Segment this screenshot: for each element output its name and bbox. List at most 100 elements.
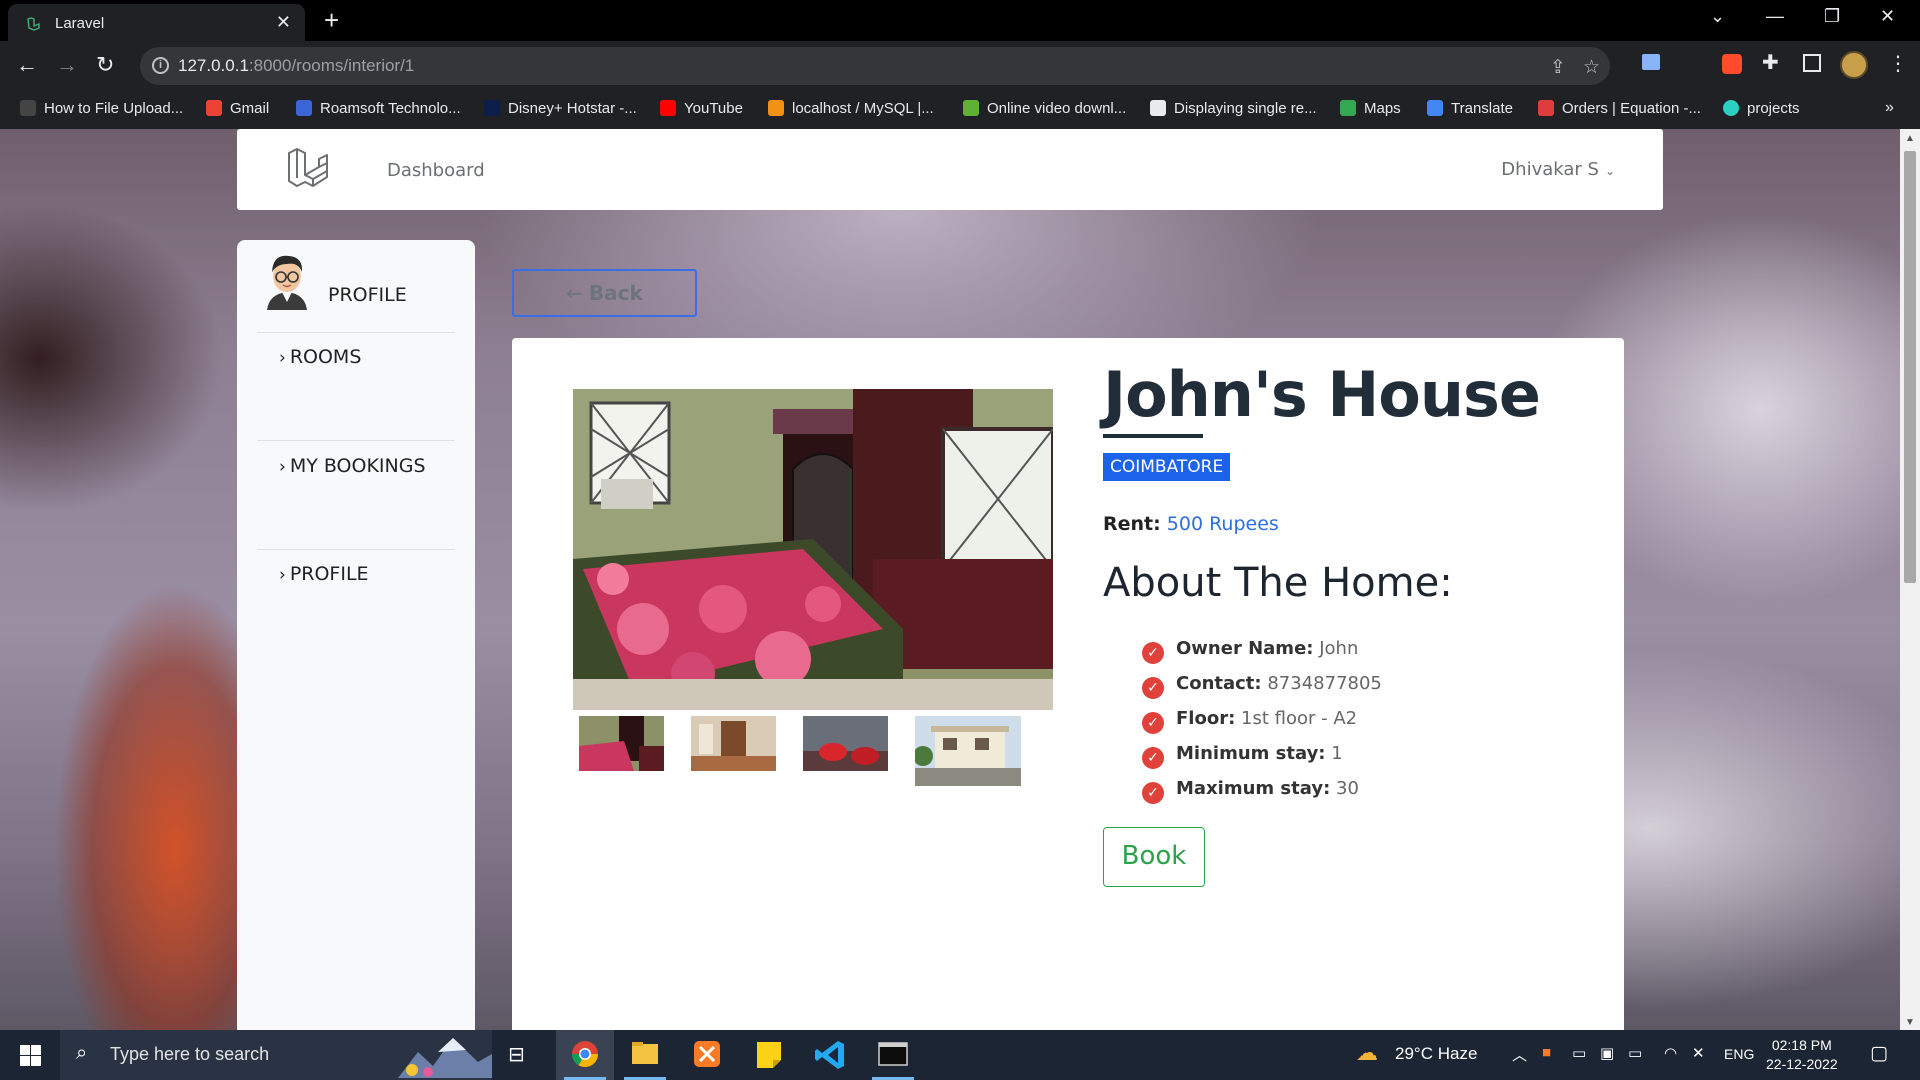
weather-haze-icon[interactable]: ☁	[1356, 1040, 1378, 1066]
more-bookmarks-icon[interactable]: »	[1885, 99, 1894, 117]
rent-value: 500 Rupees	[1166, 513, 1279, 535]
bookmarks-bar: How to File Upload... Gmail Roamsoft Tec…	[0, 91, 1920, 129]
w3schools-icon	[1150, 100, 1166, 116]
reload-icon[interactable]: ↻	[96, 52, 114, 78]
bookmark-item[interactable]: Gmail	[206, 100, 269, 117]
meet-now-icon[interactable]: ▭	[1572, 1044, 1586, 1062]
taskbar-search-box[interactable]: ⌕ Type here to search	[60, 1030, 492, 1080]
chrome-menu-icon[interactable]: ⋮	[1888, 51, 1908, 76]
laravel-logo-icon[interactable]	[285, 145, 331, 191]
chrome-icon	[571, 1041, 599, 1068]
task-view-icon[interactable]: ⊟	[508, 1042, 525, 1067]
detail-contact: ✓ Contact: 8734877805	[1142, 673, 1382, 699]
notifications-icon[interactable]: ▢	[1870, 1042, 1888, 1065]
bookmark-item[interactable]: Displaying single re...	[1150, 100, 1317, 117]
xampp-tray-icon[interactable]: ■	[1542, 1044, 1551, 1061]
thumbnail-1[interactable]	[579, 716, 664, 771]
restore-icon[interactable]: ❐	[1824, 6, 1840, 27]
room-detail-card: John's House COIMBATORE Rent: 500 Rupees…	[512, 338, 1624, 1030]
bookmark-item[interactable]: Maps	[1340, 100, 1401, 117]
bookmark-item[interactable]: Translate	[1427, 100, 1513, 117]
detail-minimum-stay: ✓ Minimum stay: 1	[1142, 743, 1343, 769]
thumbnail-2[interactable]	[691, 716, 776, 771]
bookmark-item[interactable]: How to File Upload...	[20, 100, 183, 117]
vscode-icon	[815, 1041, 844, 1069]
display-icon[interactable]: ▣	[1600, 1044, 1614, 1062]
bookmark-item[interactable]: YouTube	[660, 100, 743, 117]
user-dropdown[interactable]: Dhivakar S ⌄	[1501, 159, 1615, 180]
browser-toolbar: ← → ↻ i 127.0.0.1:8000/rooms/interior/1 …	[0, 41, 1920, 91]
about-heading: About The Home:	[1103, 560, 1453, 606]
tab-search-icon[interactable]: ⌄	[1710, 6, 1725, 27]
taskbar-chrome[interactable]	[556, 1030, 614, 1080]
url-text[interactable]: 127.0.0.1:8000/rooms/interior/1	[178, 56, 414, 76]
address-bar[interactable]: i 127.0.0.1:8000/rooms/interior/1 ⇪ ☆	[140, 47, 1610, 85]
taskbar-sticky-notes[interactable]	[740, 1030, 798, 1080]
taskbar-terminal[interactable]	[864, 1030, 922, 1080]
site-info-icon[interactable]: i	[152, 57, 169, 74]
terminal-icon	[878, 1042, 908, 1066]
forward-arrow-icon[interactable]: →	[56, 52, 78, 78]
browser-tab[interactable]: Laravel ✕	[8, 4, 305, 41]
weather-text[interactable]: 29°C Haze	[1395, 1044, 1477, 1064]
tab-close-icon[interactable]: ✕	[276, 12, 291, 33]
sidebar-item-my-bookings[interactable]: › MY BOOKINGS	[279, 455, 426, 477]
sidebar: PROFILE › ROOMS › MY BOOKINGS › PROFILE	[237, 240, 475, 1030]
profile-avatar-icon[interactable]	[265, 250, 309, 310]
house-exterior-thumbnail	[915, 716, 1021, 786]
thumbnail-4[interactable]	[915, 716, 1021, 786]
book-button[interactable]: Book	[1103, 827, 1205, 887]
bedroom-photo	[573, 389, 1053, 710]
bookmark-item[interactable]: Disney+ Hotstar -...	[484, 100, 637, 117]
scroll-up-icon[interactable]: ▲	[1905, 133, 1915, 144]
bookmark-item[interactable]: localhost / MySQL |...	[768, 100, 934, 117]
check-circle-icon: ✓	[1142, 642, 1164, 664]
bookmark-item[interactable]: Online video downl...	[963, 100, 1126, 117]
extension-record-icon[interactable]	[1722, 54, 1742, 74]
bookmark-star-icon[interactable]: ☆	[1583, 56, 1600, 79]
chevron-right-icon: ›	[279, 457, 286, 477]
thumbnail-3[interactable]	[803, 716, 888, 771]
extensions-puzzle-icon[interactable]: ✚	[1762, 50, 1779, 75]
wifi-icon[interactable]: ◠	[1664, 1044, 1677, 1062]
taskbar-file-explorer[interactable]	[616, 1030, 674, 1080]
windows-start-icon[interactable]	[20, 1045, 41, 1066]
house-title: John's House	[1103, 358, 1541, 438]
bookmark-item[interactable]: Orders | Equation -...	[1538, 100, 1701, 117]
sidebar-profile-header[interactable]: PROFILE	[328, 284, 407, 306]
bookmark-item[interactable]: Roamsoft Technolo...	[296, 100, 461, 117]
cast-icon[interactable]	[1642, 54, 1660, 70]
volume-muted-icon[interactable]: ✕	[1692, 1044, 1705, 1062]
taskbar-vscode[interactable]	[802, 1030, 860, 1080]
share-icon[interactable]: ⇪	[1550, 56, 1566, 79]
translate-icon	[1427, 100, 1443, 116]
search-highlight-scene-icon	[398, 1038, 492, 1078]
nav-dashboard-link[interactable]: Dashboard	[387, 160, 485, 181]
system-clock[interactable]: 02:18 PM 22-12-2022	[1766, 1036, 1838, 1074]
taskbar-xampp[interactable]	[678, 1030, 736, 1080]
sidebar-item-profile[interactable]: › PROFILE	[279, 563, 369, 585]
check-circle-icon: ✓	[1142, 712, 1164, 734]
sidebar-divider	[257, 549, 455, 550]
room-main-photo[interactable]	[573, 389, 1053, 710]
scrollbar-thumb[interactable]	[1904, 151, 1916, 583]
side-panel-icon[interactable]	[1803, 54, 1821, 72]
new-tab-icon[interactable]: +	[324, 5, 339, 36]
roamsoft-icon	[296, 100, 312, 116]
language-indicator[interactable]: ENG	[1724, 1046, 1754, 1062]
window-close-icon[interactable]: ✕	[1880, 6, 1895, 27]
projects-icon	[1723, 100, 1739, 116]
title-underline	[1103, 434, 1203, 438]
minimize-icon[interactable]: —	[1766, 6, 1784, 27]
profile-avatar-icon[interactable]	[1840, 51, 1868, 79]
back-button[interactable]: ← Back	[512, 269, 697, 317]
scroll-down-icon[interactable]: ▼	[1905, 1017, 1915, 1028]
sidebar-item-rooms[interactable]: › ROOMS	[279, 346, 361, 368]
battery-icon[interactable]: ▭	[1628, 1044, 1642, 1062]
gmail-icon	[206, 100, 222, 116]
back-arrow-icon[interactable]: ←	[16, 52, 38, 78]
tab-title: Laravel	[55, 15, 105, 32]
page-scrollbar[interactable]: ▲ ▼	[1900, 129, 1920, 1030]
bookmark-item[interactable]: projects	[1723, 100, 1800, 117]
chevron-up-icon[interactable]: ︿	[1512, 1044, 1527, 1065]
